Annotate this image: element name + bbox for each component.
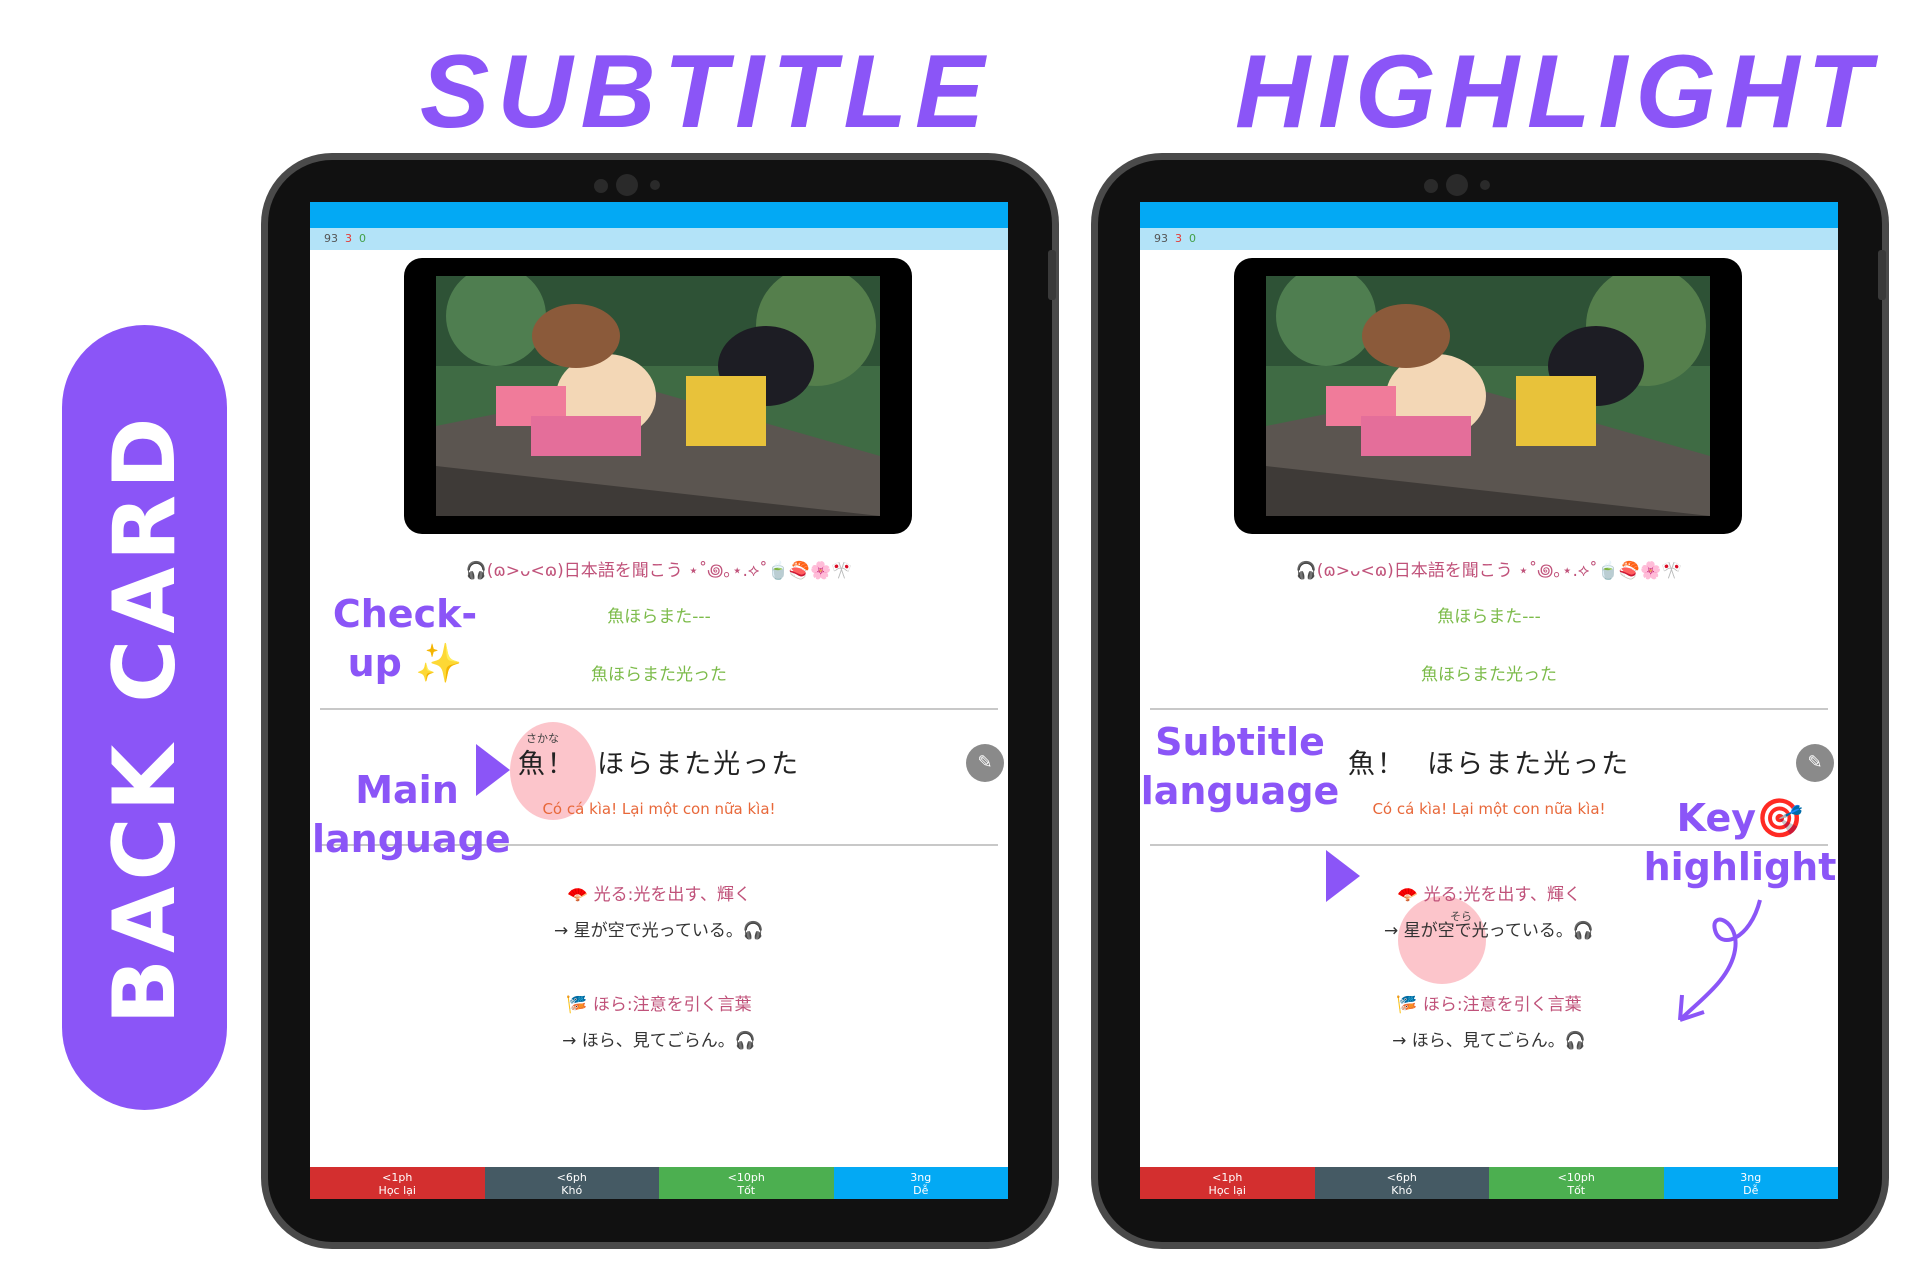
card-screen: 93 3 0 🎧(ɷ>ᴗ<ɷ)日本語を聞こう ⋆˚꩜｡⋆.⟡˚🍵🍣🌸🎌 魚ほらま…: [310, 202, 1008, 1199]
easy-label: Dễ: [1743, 1184, 1759, 1197]
new-count: 93: [1154, 232, 1168, 245]
main-language-annotation: Main language: [312, 768, 511, 862]
review-counts: 93 3 0: [310, 228, 1008, 250]
back-card-label: BACK CARD: [62, 325, 227, 1110]
hard-time: <6ph: [556, 1171, 587, 1184]
curly-arrow-icon: [1678, 899, 1762, 1022]
main-rest: ほらまた光った: [597, 749, 801, 780]
easy-button[interactable]: 3ng Dễ: [1663, 1167, 1838, 1199]
divider-top: [320, 708, 998, 710]
new-count: 93: [324, 232, 338, 245]
hard-button[interactable]: <6ph Khó: [484, 1167, 659, 1199]
again-button[interactable]: <1ph Học lại: [310, 1167, 485, 1199]
again-time: <1ph: [1212, 1171, 1243, 1184]
sensor-dot: [1480, 180, 1490, 190]
again-time: <1ph: [382, 1171, 413, 1184]
tablet-left: 93 3 0 🎧(ɷ>ᴗ<ɷ)日本語を聞こう ⋆˚꩜｡⋆.⟡˚🍵🍣🌸🎌 魚ほらま…: [268, 160, 1056, 1242]
sensor-dot: [650, 180, 660, 190]
arrow-key-highlight: [1326, 850, 1360, 902]
highlight-heading: HIGHLIGHT: [1235, 34, 1879, 150]
checkup-line-2: 魚ほらまた光った: [1421, 665, 1557, 685]
good-button[interactable]: <10ph Tốt: [659, 1167, 834, 1199]
good-label: Tốt: [1567, 1184, 1586, 1197]
video-player[interactable]: [1234, 258, 1742, 534]
pencil-icon: ✎: [1807, 752, 1823, 773]
camera-dot: [1424, 179, 1438, 193]
example-1[interactable]: → 星が空で光っている。🎧: [310, 916, 1008, 941]
video-player[interactable]: [404, 258, 912, 534]
main-word: 魚！: [517, 749, 576, 780]
again-label: Học lại: [1208, 1184, 1246, 1197]
power-button: [1048, 250, 1056, 300]
hard-label: Khó: [561, 1184, 583, 1197]
learning-count: 3: [1175, 232, 1182, 245]
answer-buttons: <1ph Học lại <6ph Khó <10ph Tốt 3ng Dễ: [310, 1167, 1008, 1199]
hard-button[interactable]: <6ph Khó: [1314, 1167, 1489, 1199]
easy-label: Dễ: [913, 1184, 929, 1197]
main-word: 魚！: [1347, 749, 1406, 780]
good-time: <10ph: [727, 1171, 765, 1184]
power-button: [1878, 250, 1886, 300]
camera-lens: [616, 174, 638, 196]
hard-time: <6ph: [1386, 1171, 1417, 1184]
deco-banner: 🎧(ɷ>ᴗ<ɷ)日本語を聞こう ⋆˚꩜｡⋆.⟡˚🍵🍣🌸🎌: [465, 561, 853, 581]
again-label: Học lại: [378, 1184, 416, 1197]
card-screen: 93 3 0 🎧(ɷ>ᴗ<ɷ)日本語を聞こう ⋆˚꩜｡⋆.⟡˚🍵🍣🌸🎌 魚ほらま…: [1140, 202, 1838, 1199]
subtitle-heading: SUBTITLE: [420, 34, 993, 150]
edit-button[interactable]: ✎: [1796, 744, 1834, 782]
good-label: Tốt: [737, 1184, 756, 1197]
learning-count: 3: [345, 232, 352, 245]
easy-time: 3ng: [1740, 1171, 1762, 1184]
main-rest: ほらまた光った: [1427, 749, 1631, 780]
checkup-annotation: Check- up ✨: [332, 592, 478, 686]
app-top-bar: [1140, 202, 1838, 228]
definition-1: 🪭 光る:光を出す、輝く: [567, 885, 751, 905]
good-button[interactable]: <10ph Tốt: [1489, 1167, 1664, 1199]
divider-top: [1150, 708, 1828, 710]
anime-still-image: [1266, 276, 1710, 516]
tablet-right: 93 3 0 🎧(ɷ>ᴗ<ɷ)日本語を聞こう ⋆˚꩜｡⋆.⟡˚🍵🍣🌸🎌 魚ほらま…: [1098, 160, 1886, 1242]
again-button[interactable]: <1ph Học lại: [1140, 1167, 1315, 1199]
review-counts: 93 3 0: [1140, 228, 1838, 250]
good-time: <10ph: [1557, 1171, 1595, 1184]
back-card-text: BACK CARD: [94, 410, 195, 1025]
answer-buttons: <1ph Học lại <6ph Khó <10ph Tốt 3ng Dễ: [1140, 1167, 1838, 1199]
checkup-line-1: 魚ほらまた---: [1437, 607, 1541, 627]
edit-button[interactable]: ✎: [966, 744, 1004, 782]
deco-banner: 🎧(ɷ>ᴗ<ɷ)日本語を聞こう ⋆˚꩜｡⋆.⟡˚🍵🍣🌸🎌: [1295, 561, 1683, 581]
camera-lens: [1446, 174, 1468, 196]
review-count: 0: [359, 232, 366, 245]
key-highlight-annotation: Key🎯 highlight: [1643, 796, 1837, 890]
easy-time: 3ng: [910, 1171, 932, 1184]
camera-dot: [594, 179, 608, 193]
subtitle-language-annotation: Subtitle language: [1140, 720, 1340, 814]
example-2[interactable]: → ほら、見てごらん。🎧: [310, 1026, 1008, 1051]
pencil-icon: ✎: [977, 752, 993, 773]
easy-button[interactable]: 3ng Dễ: [833, 1167, 1008, 1199]
definition-2: 🎏 ほら:注意を引く言葉: [566, 995, 752, 1015]
hard-label: Khó: [1391, 1184, 1413, 1197]
review-count: 0: [1189, 232, 1196, 245]
anime-still-image: [436, 276, 880, 516]
app-top-bar: [310, 202, 1008, 228]
